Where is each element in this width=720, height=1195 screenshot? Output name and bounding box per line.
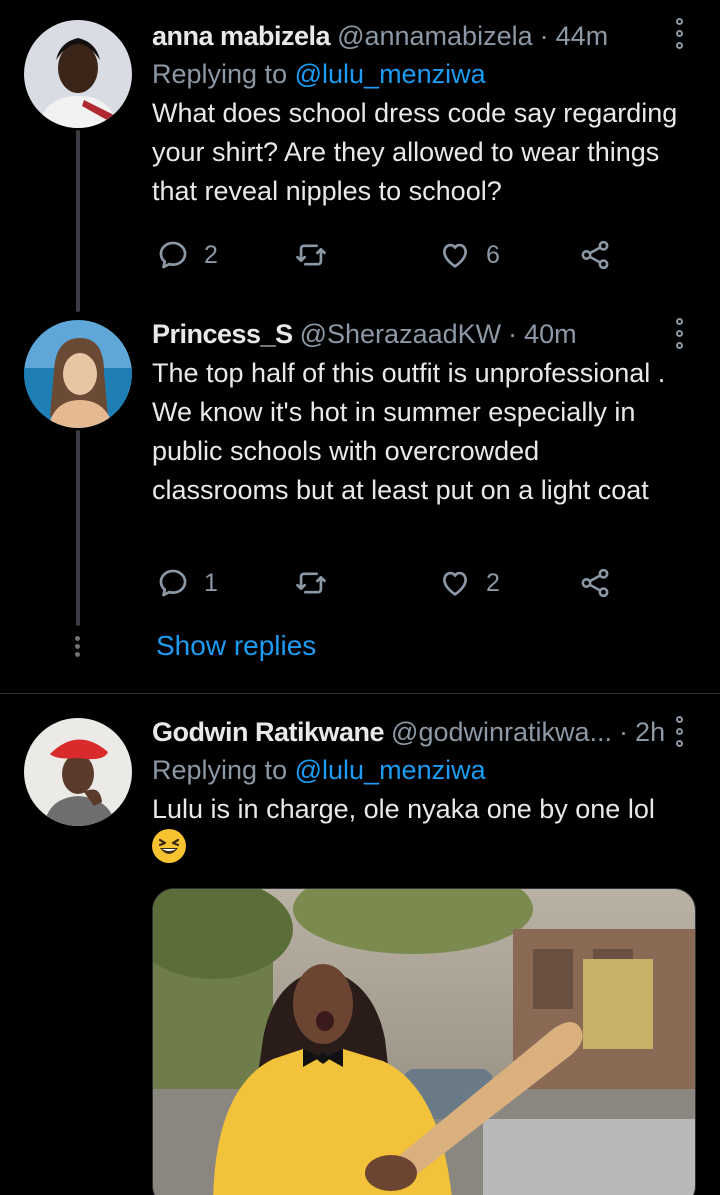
more-icon[interactable] — [676, 18, 684, 49]
replying-to-label: Replying to — [152, 59, 288, 89]
like-button[interactable]: 2 — [438, 566, 500, 600]
mention-link[interactable]: @lulu_menziwa — [295, 59, 486, 89]
replying-to: Replying to @lulu_menziwa — [152, 752, 680, 788]
retweet-icon — [296, 572, 326, 594]
display-name[interactable]: anna mabizela — [152, 18, 331, 54]
tweet-actions: 1 2 — [152, 566, 622, 606]
like-button[interactable]: 6 — [438, 238, 500, 272]
timestamp[interactable]: 44m — [556, 18, 609, 54]
tweet-text: The top half of this outfit is unprofess… — [152, 358, 666, 505]
tweet-text: What does school dress code say regardin… — [152, 98, 678, 206]
divider — [0, 693, 720, 694]
like-count: 2 — [486, 568, 500, 597]
share-button[interactable] — [578, 566, 612, 600]
replying-to: Replying to @lulu_menziwa — [152, 56, 680, 92]
like-icon — [443, 571, 467, 596]
reply-button[interactable]: 1 — [156, 566, 218, 600]
thread-line — [76, 430, 80, 626]
more-icon[interactable] — [676, 318, 684, 349]
separator-dot: · — [619, 717, 629, 747]
share-icon — [581, 240, 609, 270]
retweet-button[interactable] — [294, 566, 328, 600]
user-handle[interactable]: @SherazaadKW — [300, 316, 502, 352]
retweet-button[interactable] — [294, 238, 328, 272]
thread-more-dots — [75, 636, 80, 657]
display-name[interactable]: Godwin Ratikwane — [152, 714, 385, 750]
tweet-actions: 2 6 — [152, 238, 622, 278]
tweet-text: Lulu is in charge, ole nyaka one by one … — [152, 794, 655, 824]
tweet-media-image[interactable] — [152, 888, 696, 1195]
reply-button[interactable]: 2 — [156, 238, 218, 272]
timestamp[interactable]: 40m — [524, 316, 577, 352]
mention-link[interactable]: @lulu_menziwa — [295, 755, 486, 785]
reply-icon — [159, 569, 187, 597]
avatar[interactable] — [24, 20, 132, 128]
show-replies-link[interactable]: Show replies — [156, 630, 316, 662]
user-handle[interactable]: @annamabizela — [337, 18, 533, 54]
reply-count: 1 — [204, 568, 218, 597]
reply-icon — [159, 241, 187, 269]
thread-line — [76, 130, 80, 312]
user-handle[interactable]: @godwinratikwa... — [391, 714, 612, 750]
avatar[interactable] — [24, 320, 132, 428]
share-icon — [581, 568, 609, 598]
share-button[interactable] — [578, 238, 612, 272]
grinning-squinting-face-icon — [152, 829, 186, 863]
separator-dot: · — [508, 319, 518, 349]
reply-count: 2 — [204, 240, 218, 269]
separator-dot: · — [539, 21, 549, 51]
like-icon — [443, 243, 467, 268]
avatar[interactable] — [24, 718, 132, 826]
retweet-icon — [296, 244, 326, 266]
more-icon[interactable] — [676, 716, 684, 747]
display-name[interactable]: Princess_S — [152, 316, 293, 352]
like-count: 6 — [486, 240, 500, 269]
replying-to-label: Replying to — [152, 755, 288, 785]
timestamp[interactable]: 2h — [635, 714, 665, 750]
